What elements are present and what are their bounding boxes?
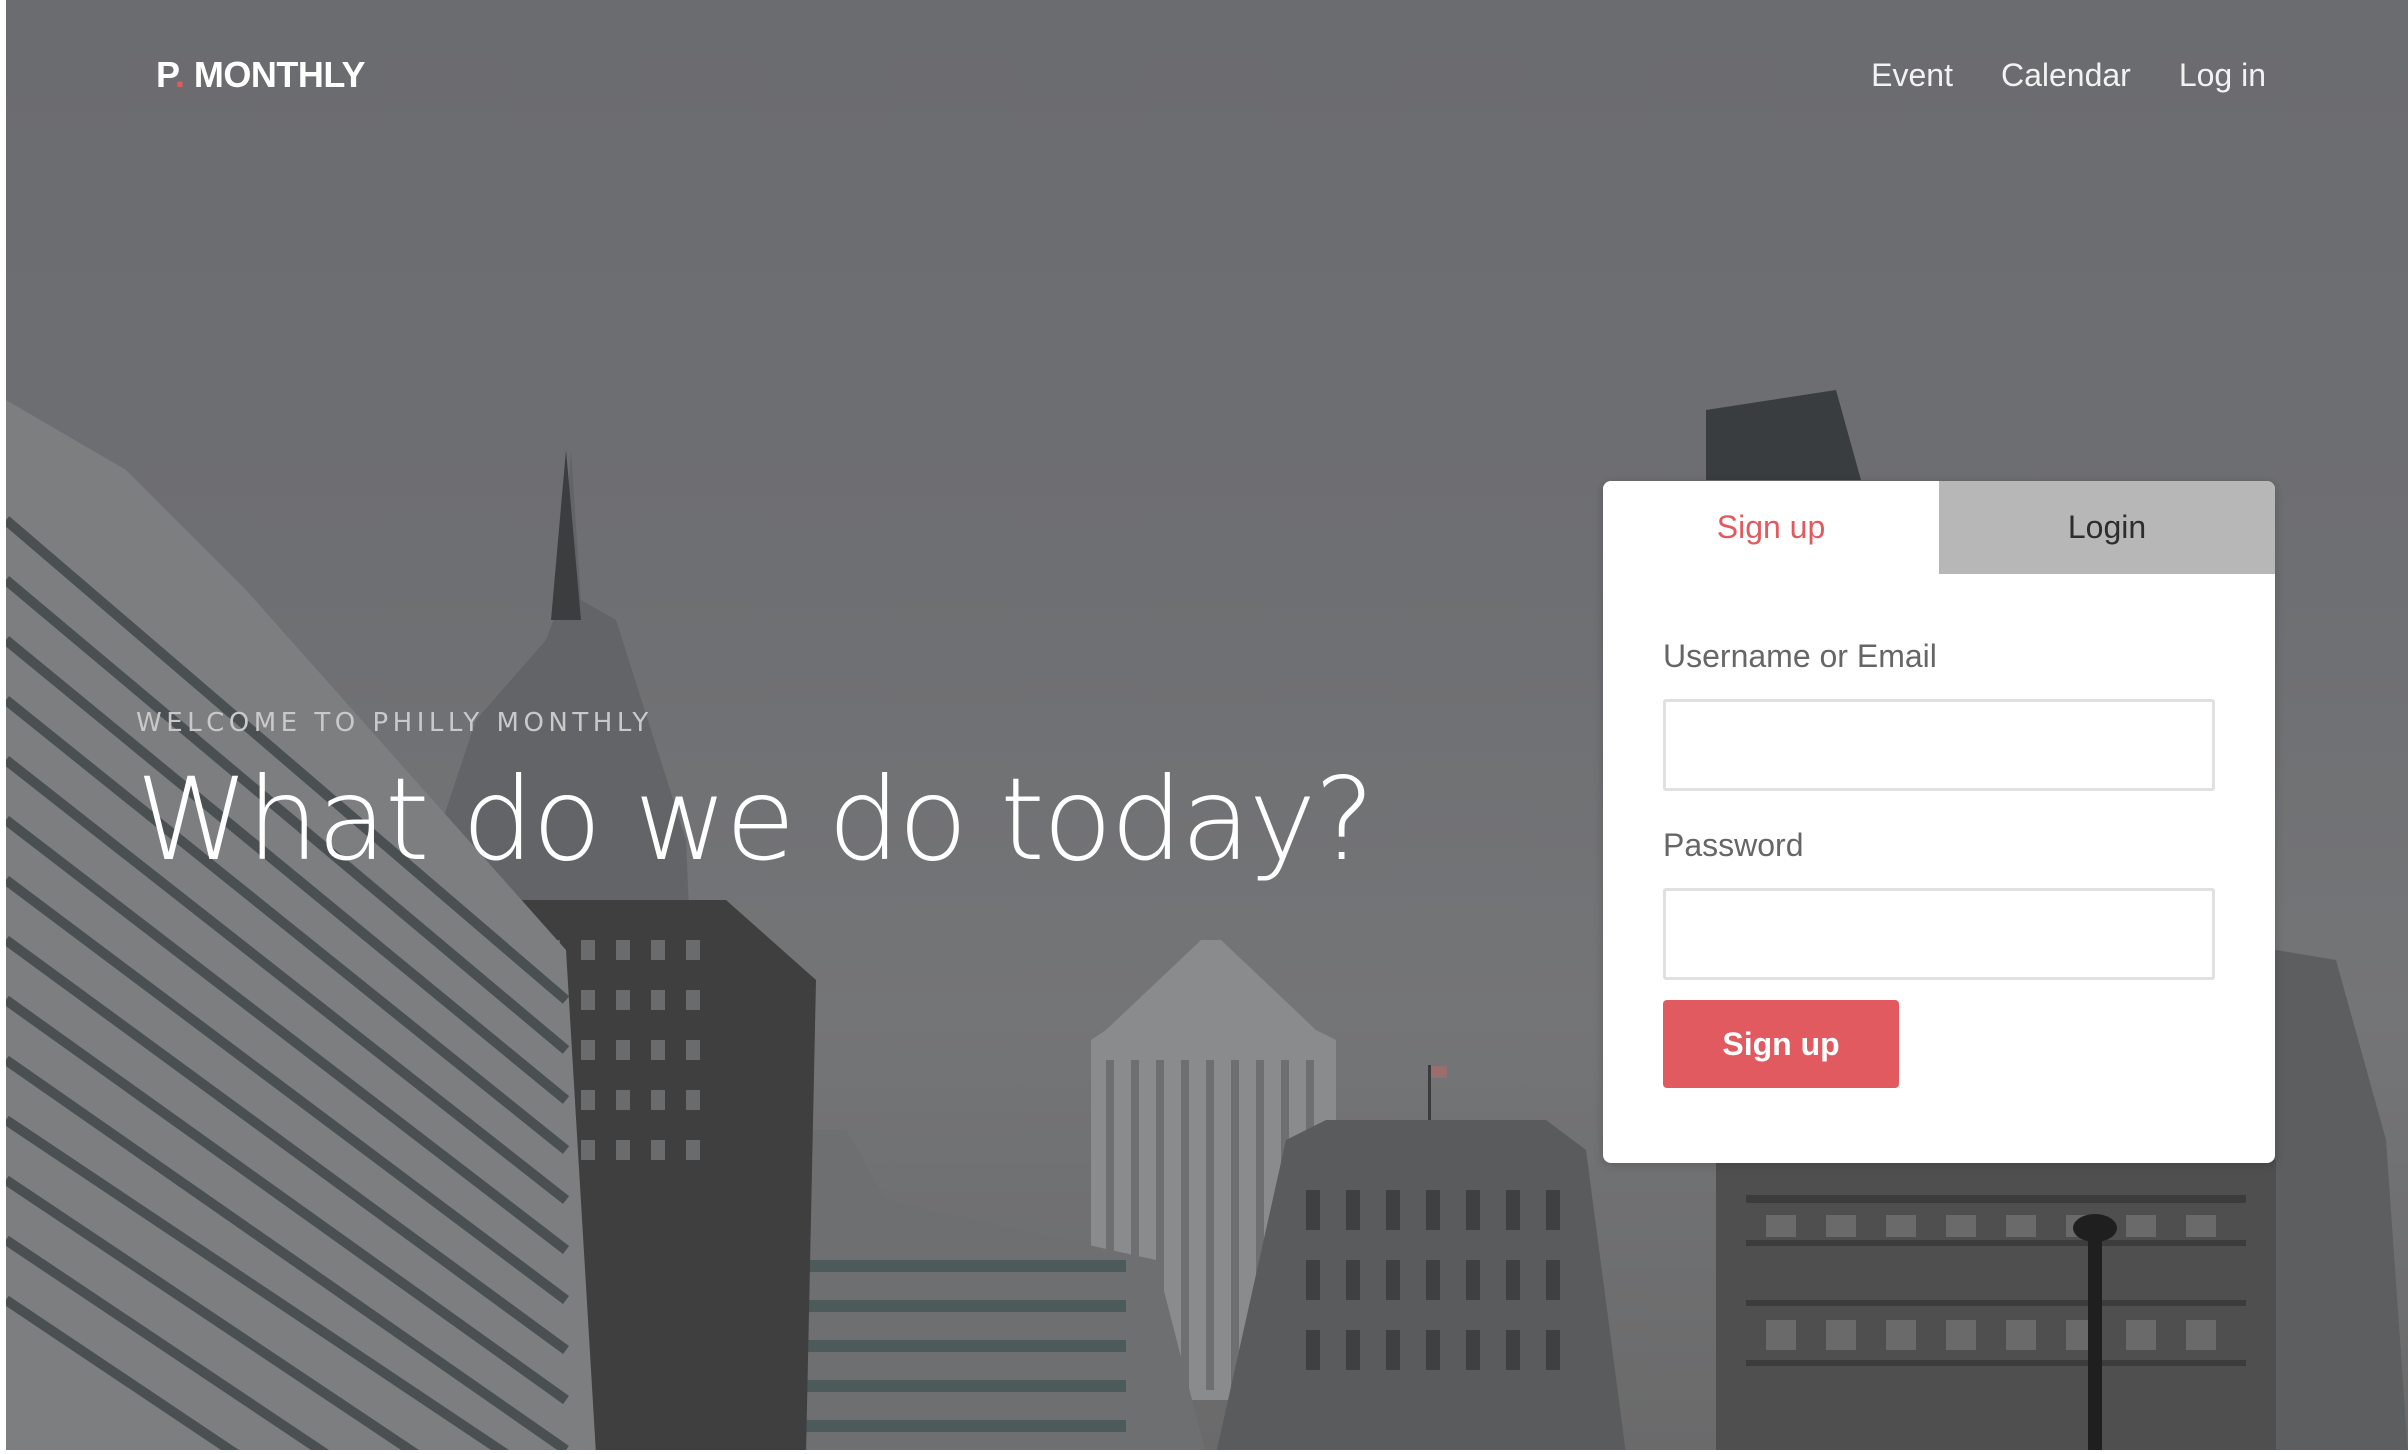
tab-login[interactable]: Login [1939, 481, 2275, 574]
password-input[interactable] [1663, 888, 2215, 980]
brand-logo[interactable]: P. MONTHLY [156, 54, 366, 96]
building-classical [1716, 1160, 2276, 1454]
nav-link-calendar[interactable]: Calendar [2001, 57, 2131, 94]
tab-sign-up[interactable]: Sign up [1603, 481, 1939, 574]
bottom-edge [6, 1450, 2408, 1454]
username-label: Username or Email [1663, 638, 1937, 674]
hero-headline: What do we do today? [136, 753, 1375, 886]
nav-links: Event Calendar Log in [1871, 57, 2266, 94]
brand-suffix: MONTHLY [184, 54, 366, 95]
auth-card: Sign up Login Username or Email Password… [1603, 481, 2275, 1163]
sign-up-button[interactable]: Sign up [1663, 1000, 1899, 1088]
hero-eyebrow: WELCOME TO PHILLY MONTHLY [136, 708, 653, 738]
navbar: P. MONTHLY Event Calendar Log in [156, 48, 2266, 102]
auth-tabs: Sign up Login [1603, 481, 2275, 574]
password-label: Password [1663, 827, 1804, 863]
building-behind-card [1706, 390, 1861, 480]
field-gap [1663, 791, 2215, 827]
brand-dot: . [174, 54, 185, 95]
nav-link-login[interactable]: Log in [2179, 57, 2266, 94]
page: P. MONTHLY Event Calendar Log in WELCOME… [6, 0, 2408, 1454]
lamp-post [2088, 1220, 2102, 1454]
brand-prefix: P [156, 54, 175, 95]
username-input[interactable] [1663, 699, 2215, 791]
hero-text: WELCOME TO PHILLY MONTHLY What do we do … [136, 708, 1375, 886]
flag [1431, 1066, 1447, 1078]
nav-link-event[interactable]: Event [1871, 57, 1953, 94]
signup-form: Username or Email Password Sign up [1603, 574, 2275, 1088]
